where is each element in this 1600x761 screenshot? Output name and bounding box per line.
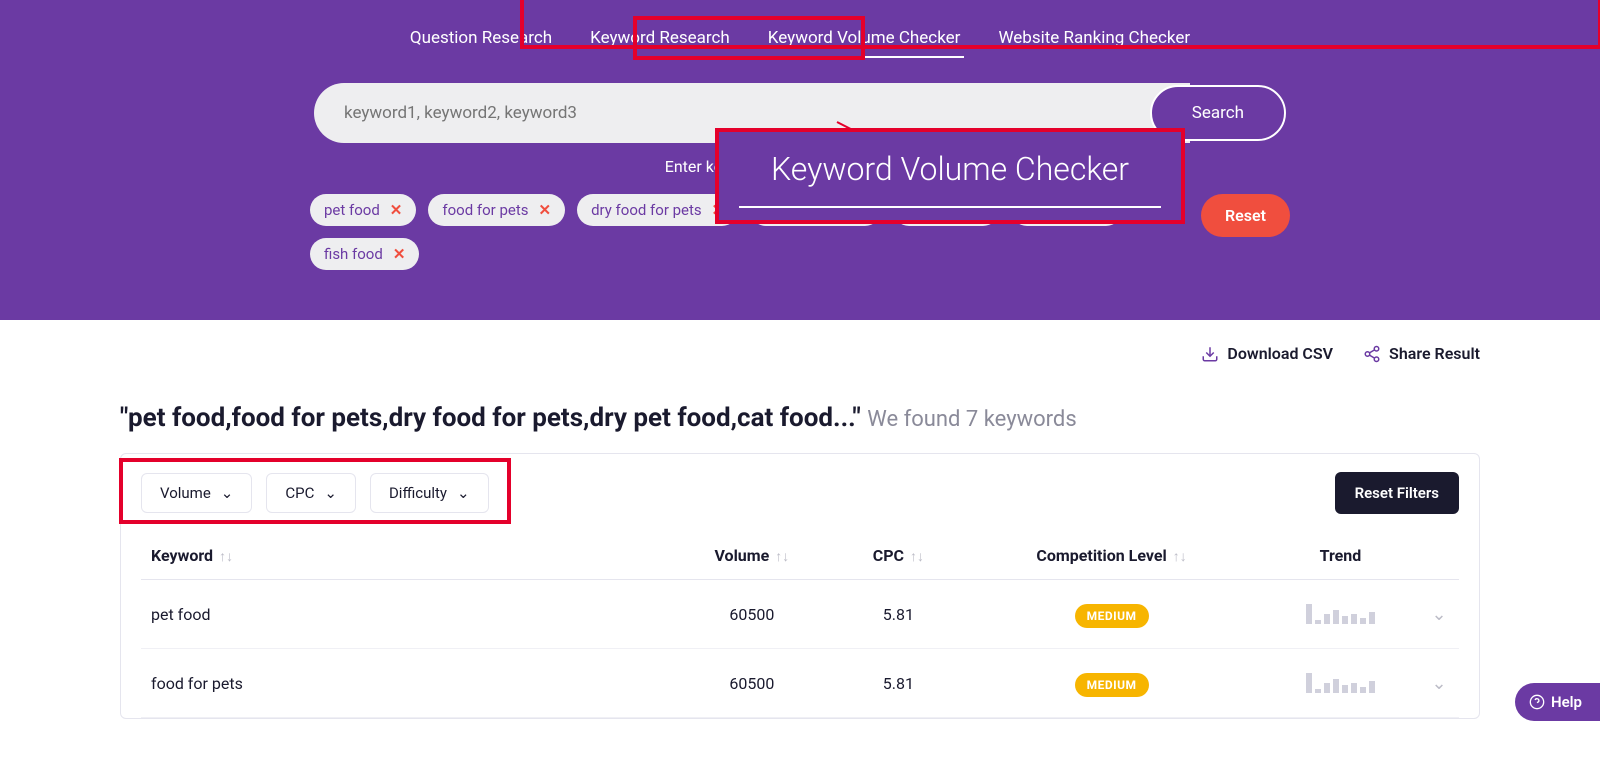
col-volume[interactable]: Volume ↑↓ [668, 532, 835, 580]
cell-keyword: food for pets [141, 649, 668, 718]
filter-cpc-label: CPC [285, 484, 314, 502]
download-csv-label: Download CSV [1227, 344, 1333, 363]
chevron-down-icon: ⌄ [324, 484, 337, 502]
cell-cpc: 5.81 [836, 580, 962, 649]
filter-difficulty[interactable]: Difficulty ⌄ [370, 473, 489, 513]
chip-remove-icon[interactable]: ✕ [393, 245, 406, 263]
help-icon [1529, 694, 1545, 710]
results-table: Keyword ↑↓ Volume ↑↓ CPC ↑↓ Competition Lev… [141, 532, 1459, 718]
col-cpc[interactable]: CPC ↑↓ [836, 532, 962, 580]
tab-ranking-checker[interactable]: Website Ranking Checker [994, 20, 1194, 58]
tab-question-research[interactable]: Question Research [406, 20, 556, 58]
chip-remove-icon[interactable]: ✕ [390, 201, 403, 219]
download-icon [1201, 345, 1219, 363]
sort-icon: ↑↓ [219, 549, 233, 565]
annotation-callout: Keyword Volume Checker [715, 128, 1185, 224]
filter-volume-label: Volume [160, 484, 211, 502]
keyword-chip: pet food ✕ [310, 194, 416, 226]
help-label: Help [1551, 693, 1582, 711]
keyword-chip: fish food ✕ [310, 238, 419, 270]
results-summary: "pet food,food for pets,dry food for pet… [120, 403, 1480, 433]
share-result-button[interactable]: Share Result [1363, 344, 1480, 363]
share-result-label: Share Result [1389, 344, 1480, 363]
col-cpc-label: CPC [873, 546, 904, 565]
download-csv-button[interactable]: Download CSV [1201, 344, 1333, 363]
reset-button[interactable]: Reset [1201, 194, 1290, 237]
col-trend-label: Trend [1320, 546, 1362, 565]
cell-trend [1262, 649, 1419, 718]
chip-label: dry food for pets [591, 201, 702, 219]
filter-cpc[interactable]: CPC ⌄ [266, 473, 356, 513]
reset-filters-button[interactable]: Reset Filters [1335, 472, 1459, 514]
trend-sparkline [1306, 600, 1375, 624]
competition-badge: MEDIUM [1075, 673, 1149, 697]
table-row: pet food605005.81 MEDIUM ⌄ [141, 580, 1459, 649]
hero-section: Question Research Keyword Research Keywo… [0, 0, 1600, 320]
cell-keyword: pet food [141, 580, 668, 649]
chip-label: food for pets [442, 201, 528, 219]
annotation-box-tab [633, 16, 865, 60]
col-keyword-label: Keyword [151, 546, 213, 565]
keyword-chip: food for pets ✕ [428, 194, 565, 226]
chevron-down-icon: ⌄ [221, 484, 234, 502]
results-panel: Volume ⌄ CPC ⌄ Difficulty ⌄ Reset Filters K… [120, 453, 1480, 719]
sort-icon: ↑↓ [1173, 549, 1187, 565]
share-icon [1363, 345, 1381, 363]
cell-competition: MEDIUM [961, 580, 1262, 649]
col-keyword[interactable]: Keyword ↑↓ [141, 532, 668, 580]
chip-label: fish food [324, 245, 383, 263]
col-volume-label: Volume [714, 546, 769, 565]
filter-difficulty-label: Difficulty [389, 484, 447, 502]
table-row: food for pets605005.81 MEDIUM ⌄ [141, 649, 1459, 718]
sort-icon: ↑↓ [775, 549, 789, 565]
nav-tabs: Question Research Keyword Research Keywo… [0, 20, 1600, 58]
expand-row-icon[interactable]: ⌄ [1431, 673, 1446, 694]
competition-badge: MEDIUM [1075, 604, 1149, 628]
col-competition-label: Competition Level [1036, 546, 1166, 565]
cell-trend [1262, 580, 1419, 649]
help-button[interactable]: Help [1515, 683, 1600, 721]
filter-row: Volume ⌄ CPC ⌄ Difficulty ⌄ Reset Filters [141, 472, 1459, 514]
results-section: "pet food,food for pets,dry food for pet… [100, 403, 1500, 719]
sort-icon: ↑↓ [910, 549, 924, 565]
col-trend: Trend [1262, 532, 1419, 580]
summary-count: We found 7 keywords [867, 407, 1076, 432]
result-actions: Download CSV Share Result [100, 344, 1500, 363]
chevron-down-icon: ⌄ [457, 484, 470, 502]
chip-label: pet food [324, 201, 380, 219]
filter-volume[interactable]: Volume ⌄ [141, 473, 252, 513]
cell-volume: 60500 [668, 580, 835, 649]
col-competition[interactable]: Competition Level ↑↓ [961, 532, 1262, 580]
trend-sparkline [1306, 669, 1375, 693]
summary-query: "pet food,food for pets,dry food for pet… [120, 403, 861, 433]
cell-volume: 60500 [668, 649, 835, 718]
chip-remove-icon[interactable]: ✕ [538, 201, 551, 219]
cell-cpc: 5.81 [836, 649, 962, 718]
cell-competition: MEDIUM [961, 649, 1262, 718]
expand-row-icon[interactable]: ⌄ [1431, 604, 1446, 625]
